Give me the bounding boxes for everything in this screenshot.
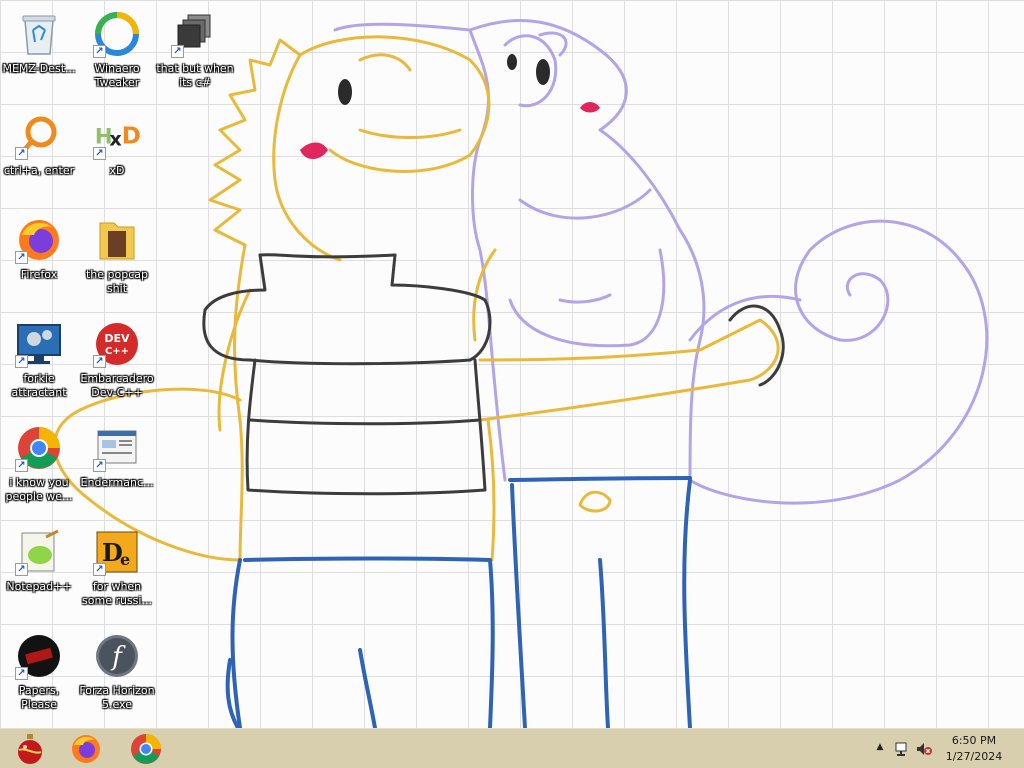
desktop-icon-endermanch[interactable]: ↗ Endermanc... (78, 420, 156, 520)
notepadpp-icon: ↗ (15, 528, 63, 576)
stacked-windows-icon: ↗ (171, 10, 219, 58)
monitor-gears-icon: ↗ (15, 320, 63, 368)
taskbar-button-chrome[interactable] (116, 731, 176, 767)
de-icon: D e ↗ (93, 528, 141, 576)
shortcut-arrow-icon: ↗ (15, 459, 28, 472)
show-hidden-icons-button[interactable]: ▲ (872, 742, 888, 758)
chrome-icon: ↗ (15, 424, 63, 472)
desktop-icon-chrome[interactable]: ↗ i know you people we... (0, 420, 78, 520)
desktop-icon-ctrl-a[interactable]: ↗ ctrl+a, enter (0, 108, 78, 208)
clock-date: 1/27/2024 (945, 750, 1003, 763)
winaero-tweaker-icon: ↗ (93, 10, 141, 58)
svg-text:DEV: DEV (104, 332, 130, 345)
desktop-icon-forza[interactable]: f Forza Horizon 5.exe (78, 628, 156, 728)
desktop-icon-winaero[interactable]: ↗ Winaero Tweaker (78, 6, 156, 106)
taskbar-button-firefox[interactable] (56, 731, 116, 767)
desktop-icon-label: forkie attractant (11, 372, 67, 399)
papers-please-icon: ↗ (15, 632, 63, 680)
desktop-icon-label: that but when its c# (156, 62, 234, 89)
recycle-bin-icon (15, 10, 63, 58)
network-icon[interactable] (894, 741, 910, 757)
flash-icon: f (93, 632, 141, 680)
shortcut-arrow-icon: ↗ (93, 147, 106, 160)
desktop-icon-memz[interactable]: MEMZ-Dest... (0, 6, 78, 106)
desktop-icon-label: Embarcadero Dev-C++ (80, 372, 154, 399)
svg-text:x: x (109, 128, 122, 151)
desktop-icon-label: Endermanc... (80, 476, 154, 489)
clock-time: 6:50 PM (951, 734, 997, 747)
magnifier-ring-icon: ↗ (15, 112, 63, 160)
hxd-icon: H x D ↗ (93, 112, 141, 160)
desktop-icon-de[interactable]: D e ↗ for when some russi... (78, 524, 156, 624)
shortcut-arrow-icon: ↗ (15, 667, 28, 680)
desktop-icon-notepadpp[interactable]: ↗ Notepad++ (0, 524, 78, 624)
shortcut-arrow-icon: ↗ (15, 251, 28, 264)
taskbar: ▲ 6:50 PM 1/27/2024 (0, 728, 1024, 768)
desktop-icon-label: Winaero Tweaker (94, 62, 140, 89)
desktop-icon-papers-please[interactable]: ↗ Papers, Please (0, 628, 78, 728)
shortcut-arrow-icon: ↗ (93, 563, 106, 576)
desktop-icon-label: Notepad++ (6, 580, 72, 593)
desktop-icon-label: xD (109, 164, 125, 177)
desktop-icon-label: the popcap shit (85, 268, 148, 295)
shortcut-arrow-icon: ↗ (93, 355, 106, 368)
desktop-icon-label: i know you people we... (5, 476, 73, 503)
desktop-icon-label: Firefox (20, 268, 58, 281)
system-tray: ▲ 6:50 PM 1/27/2024 (864, 729, 1024, 768)
folder-icon (93, 216, 141, 264)
svg-text:D: D (122, 124, 141, 150)
desktop-icon-label: Forza Horizon 5.exe (79, 684, 155, 711)
firefox-icon: ↗ (15, 216, 63, 264)
desktop-icon-firefox[interactable]: ↗ Firefox (0, 212, 78, 312)
desktop-icon-hxd[interactable]: H x D ↗ xD (78, 108, 156, 208)
shortcut-arrow-icon: ↗ (93, 45, 106, 58)
desktop-icon-csharp[interactable]: ↗ that but when its c# (156, 6, 234, 106)
desktop-icon-popcap-folder[interactable]: the popcap shit (78, 212, 156, 312)
svg-text:e: e (120, 550, 130, 569)
desktop-icon-label: ctrl+a, enter (3, 164, 75, 177)
taskbar-clock[interactable]: 6:50 PM 1/27/2024 (938, 733, 1010, 765)
desktop-icon-devcpp[interactable]: DEV C++ ↗ Embarcadero Dev-C++ (78, 316, 156, 416)
devcpp-icon: DEV C++ ↗ (93, 320, 141, 368)
desktop-icon-label: for when some russi... (82, 580, 152, 607)
desktop-icon-label: MEMZ-Dest... (2, 62, 76, 75)
chrome-icon (131, 734, 161, 764)
christmas-ornament-icon (18, 734, 42, 764)
shortcut-arrow-icon: ↗ (15, 147, 28, 160)
shortcut-arrow-icon: ↗ (93, 459, 106, 472)
web-page-icon: ↗ (93, 424, 141, 472)
shortcut-arrow-icon: ↗ (15, 355, 28, 368)
shortcut-arrow-icon: ↗ (171, 45, 184, 58)
desktop-icon-label: Papers, Please (18, 684, 60, 711)
firefox-icon (72, 735, 100, 763)
volume-muted-icon[interactable] (916, 741, 932, 757)
desktop-icon-forkie[interactable]: ↗ forkie attractant (0, 316, 78, 416)
svg-text:C++: C++ (105, 346, 129, 357)
taskbar-button-ornament[interactable] (0, 731, 60, 767)
shortcut-arrow-icon: ↗ (15, 563, 28, 576)
